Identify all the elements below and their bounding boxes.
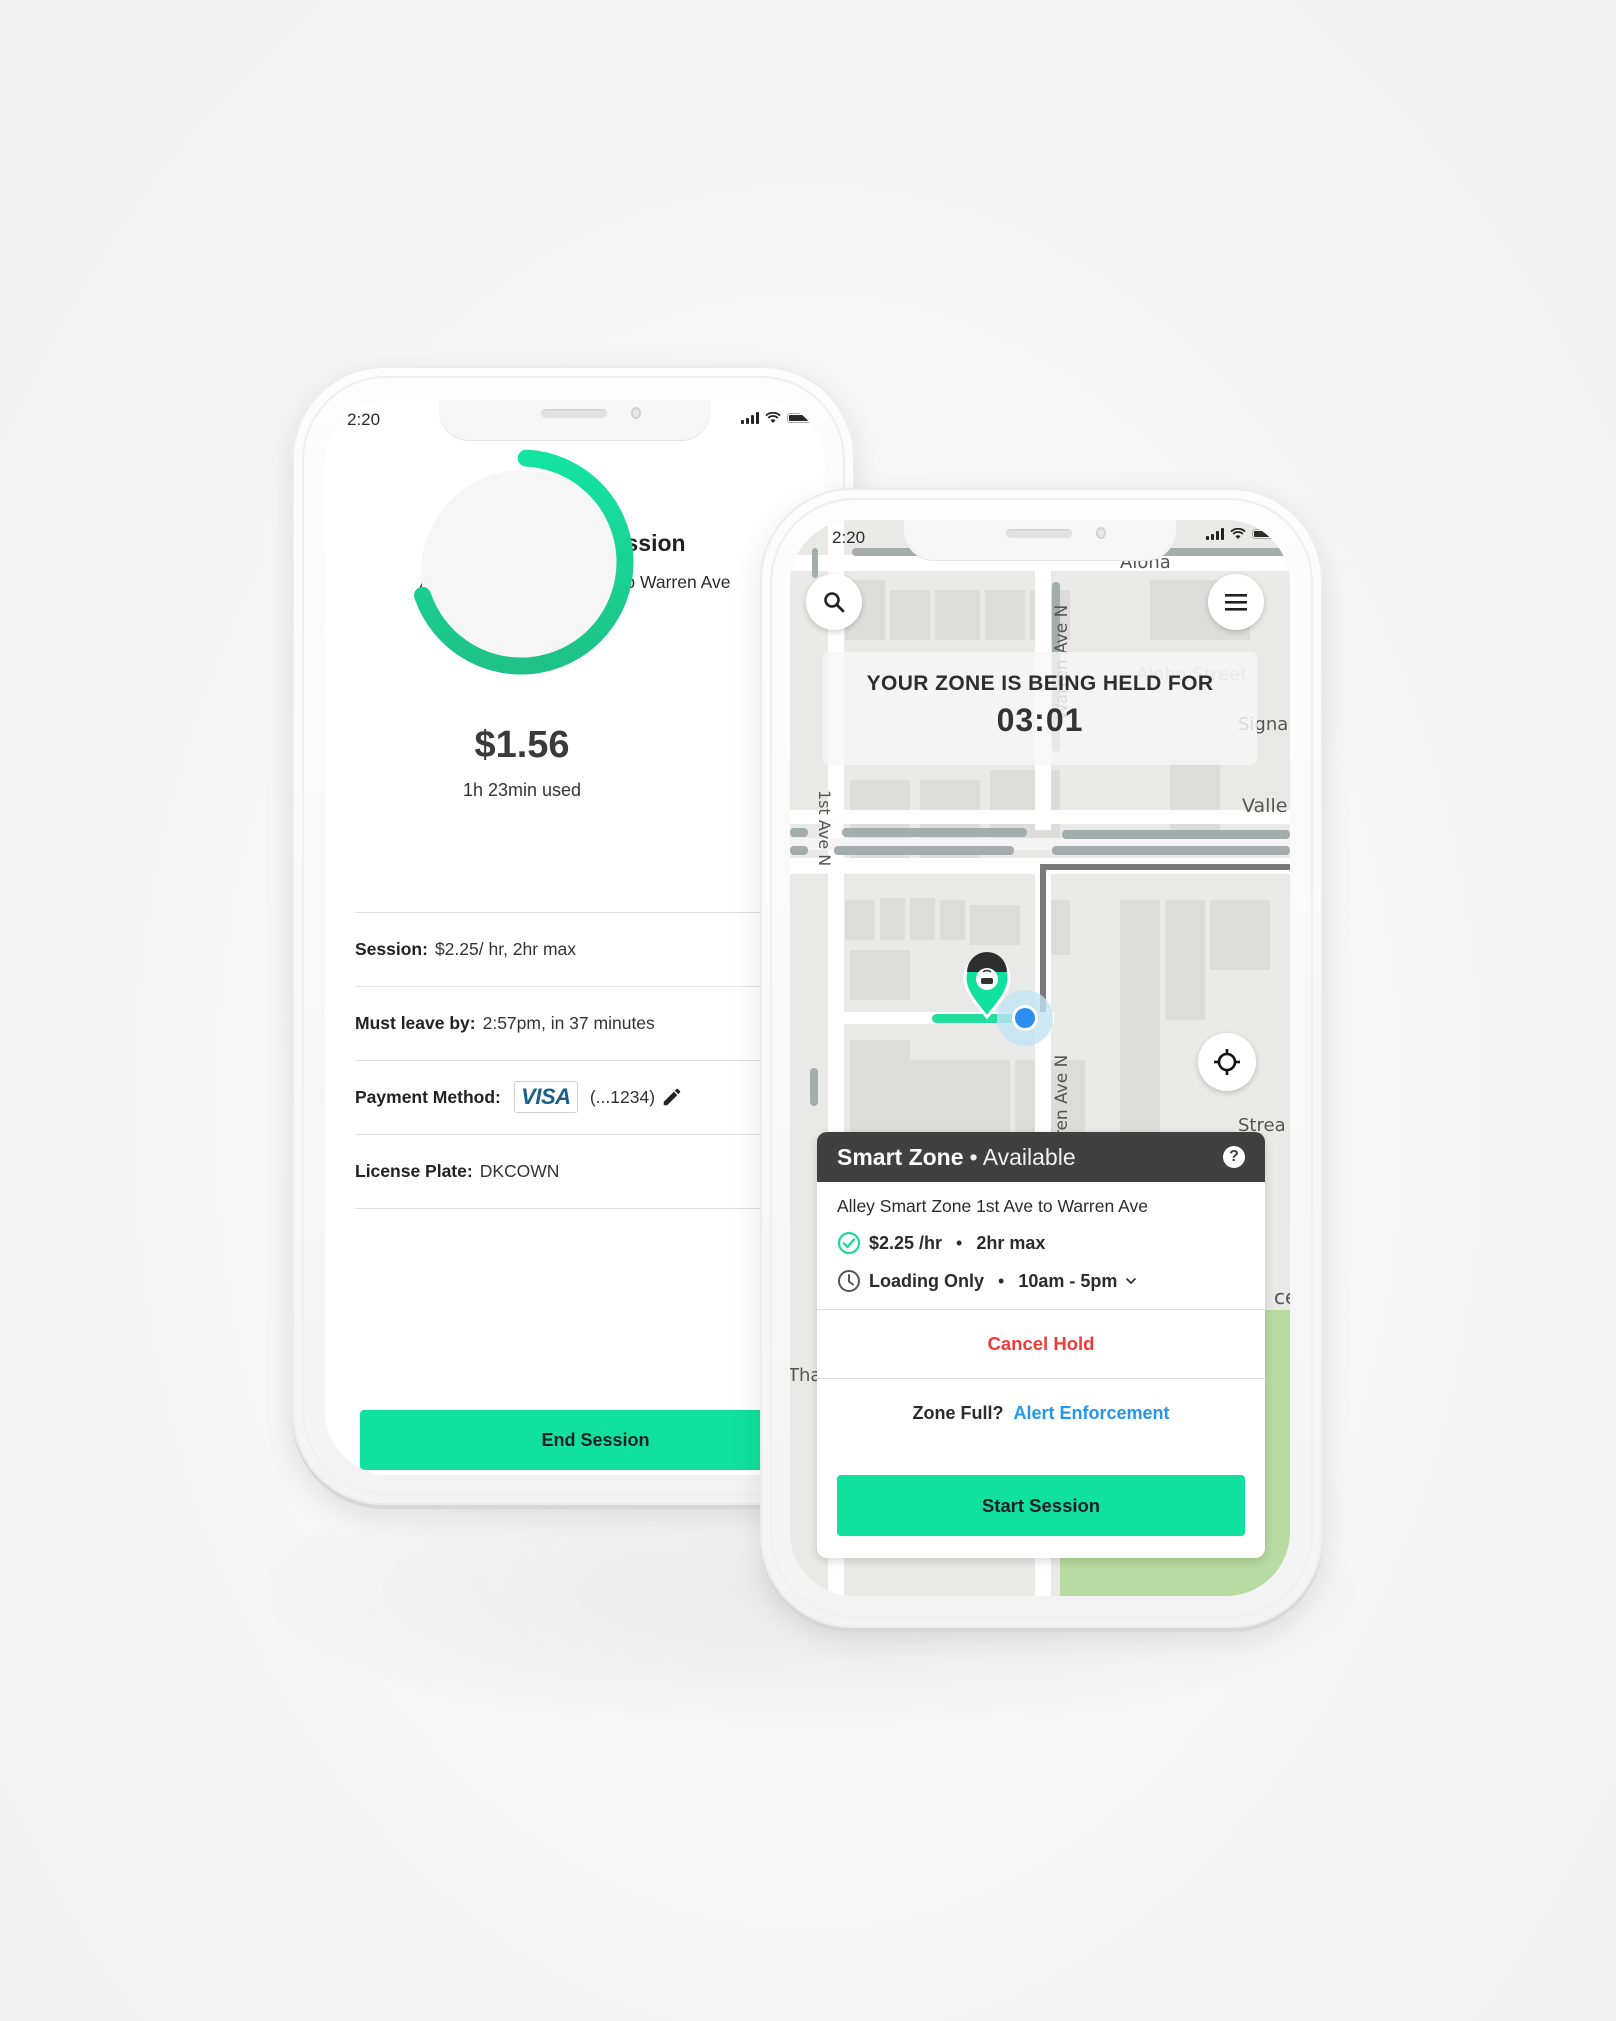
wifi-icon bbox=[765, 412, 781, 423]
must-leave-row: Must leave by: 2:57pm, in 37 minutes bbox=[355, 986, 825, 1061]
session-label: Session: bbox=[355, 938, 428, 959]
separator-dot: • bbox=[956, 1232, 963, 1253]
front-camera bbox=[631, 407, 641, 419]
zone-max: 2hr max bbox=[976, 1232, 1046, 1253]
zone-rate-row: $2.25 /hr • 2hr max bbox=[837, 1231, 1265, 1255]
status-time: 2:20 bbox=[347, 410, 381, 429]
must-leave-label: Must leave by: bbox=[355, 1012, 476, 1033]
alert-enforcement-link[interactable]: Alert Enforcement bbox=[1013, 1403, 1169, 1424]
payment-method-label: Payment Method: bbox=[355, 1086, 501, 1107]
map-label-ce: ce bbox=[1274, 1285, 1290, 1309]
zone-full-row: Zone Full? Alert Enforcement bbox=[817, 1379, 1265, 1447]
status-icons bbox=[1206, 528, 1279, 540]
wifi-icon bbox=[1230, 528, 1246, 539]
battery-icon bbox=[787, 413, 814, 423]
pencil-icon[interactable] bbox=[661, 1086, 683, 1108]
session-value: $2.25/ hr, 2hr max bbox=[434, 938, 577, 959]
map-screen: Aloha Aloha Street Signa Valle Strea ce … bbox=[790, 520, 1290, 1596]
end-session-button[interactable]: End Session bbox=[360, 1410, 825, 1470]
ring-chart bbox=[414, 449, 634, 675]
zone-restriction: Loading Only bbox=[869, 1270, 984, 1291]
menu-button[interactable] bbox=[1208, 574, 1264, 630]
zone-availability: • Available bbox=[969, 1143, 1076, 1170]
payment-method-row[interactable]: Payment Method: VISA (...1234) bbox=[355, 1060, 825, 1135]
ring-progress-arc bbox=[414, 449, 634, 675]
notch bbox=[439, 400, 711, 440]
zone-hours-row[interactable]: Loading Only • 10am - 5pm bbox=[837, 1269, 1265, 1293]
hamburger-menu-icon bbox=[1225, 594, 1247, 611]
must-leave-value: 2:57pm, in 37 minutes bbox=[482, 1012, 655, 1033]
status-icons bbox=[741, 412, 814, 424]
speaker-grille bbox=[1006, 529, 1072, 538]
map-label-valle: Valle bbox=[1242, 795, 1288, 817]
license-plate-value: DKCOWN bbox=[479, 1160, 560, 1181]
front-camera bbox=[1096, 527, 1106, 539]
zone-name: Alley Smart Zone 1st Ave to Warren Ave bbox=[837, 1196, 1148, 1216]
start-session-button[interactable]: Start Session bbox=[837, 1475, 1245, 1536]
zone-hours: 10am - 5pm bbox=[1018, 1270, 1118, 1291]
search-icon bbox=[824, 592, 845, 613]
battery-icon bbox=[1252, 529, 1279, 539]
signal-icon bbox=[1206, 528, 1224, 540]
zone-card-title: Smart Zone bbox=[837, 1143, 964, 1170]
signal-icon bbox=[741, 412, 759, 424]
check-circle-icon bbox=[837, 1231, 861, 1255]
hold-banner: YOUR ZONE IS BEING HELD FOR 03:01 bbox=[823, 652, 1257, 765]
chevron-down-icon bbox=[1126, 1277, 1137, 1285]
separator-dot: • bbox=[998, 1270, 1005, 1291]
session-rate-row: Session: $2.25/ hr, 2hr max bbox=[355, 912, 825, 987]
zone-full-question: Zone Full? bbox=[912, 1402, 1004, 1423]
hold-countdown: 03:01 bbox=[996, 702, 1084, 738]
zone-card-header: Smart Zone • Available ? bbox=[817, 1132, 1265, 1182]
search-button[interactable] bbox=[806, 574, 862, 630]
phone-map-screen: Aloha Aloha Street Signa Valle Strea ce … bbox=[760, 488, 1323, 1628]
cancel-hold-button[interactable]: Cancel Hold bbox=[817, 1310, 1265, 1378]
status-time: 2:20 bbox=[832, 528, 866, 547]
recenter-button[interactable] bbox=[1198, 1033, 1256, 1091]
time-used: 1h 23min used bbox=[462, 780, 582, 800]
session-screen: 2:20 Smart Zone Session Alley Smart Zone… bbox=[325, 400, 825, 1475]
amount-used: $1.56 bbox=[474, 724, 570, 766]
help-icon[interactable]: ? bbox=[1223, 1146, 1245, 1168]
hold-banner-title: YOUR ZONE IS BEING HELD FOR bbox=[866, 672, 1214, 695]
crosshair-icon bbox=[1214, 1049, 1240, 1075]
map-label-first-ave: 1st Ave N bbox=[815, 790, 834, 867]
card-last-digits: (...1234) bbox=[589, 1086, 656, 1107]
notch bbox=[904, 520, 1176, 560]
visa-card-icon: VISA bbox=[513, 1081, 578, 1113]
speaker-grille bbox=[541, 409, 607, 418]
clock-icon bbox=[838, 1270, 860, 1292]
zone-rate: $2.25 /hr bbox=[869, 1232, 943, 1253]
location-dot bbox=[1015, 1008, 1035, 1028]
zone-card: Smart Zone • Available ? Alley Smart Zon… bbox=[817, 1132, 1265, 1558]
license-plate-label: License Plate: bbox=[355, 1160, 473, 1181]
license-plate-row: License Plate: DKCOWN bbox=[355, 1134, 825, 1209]
